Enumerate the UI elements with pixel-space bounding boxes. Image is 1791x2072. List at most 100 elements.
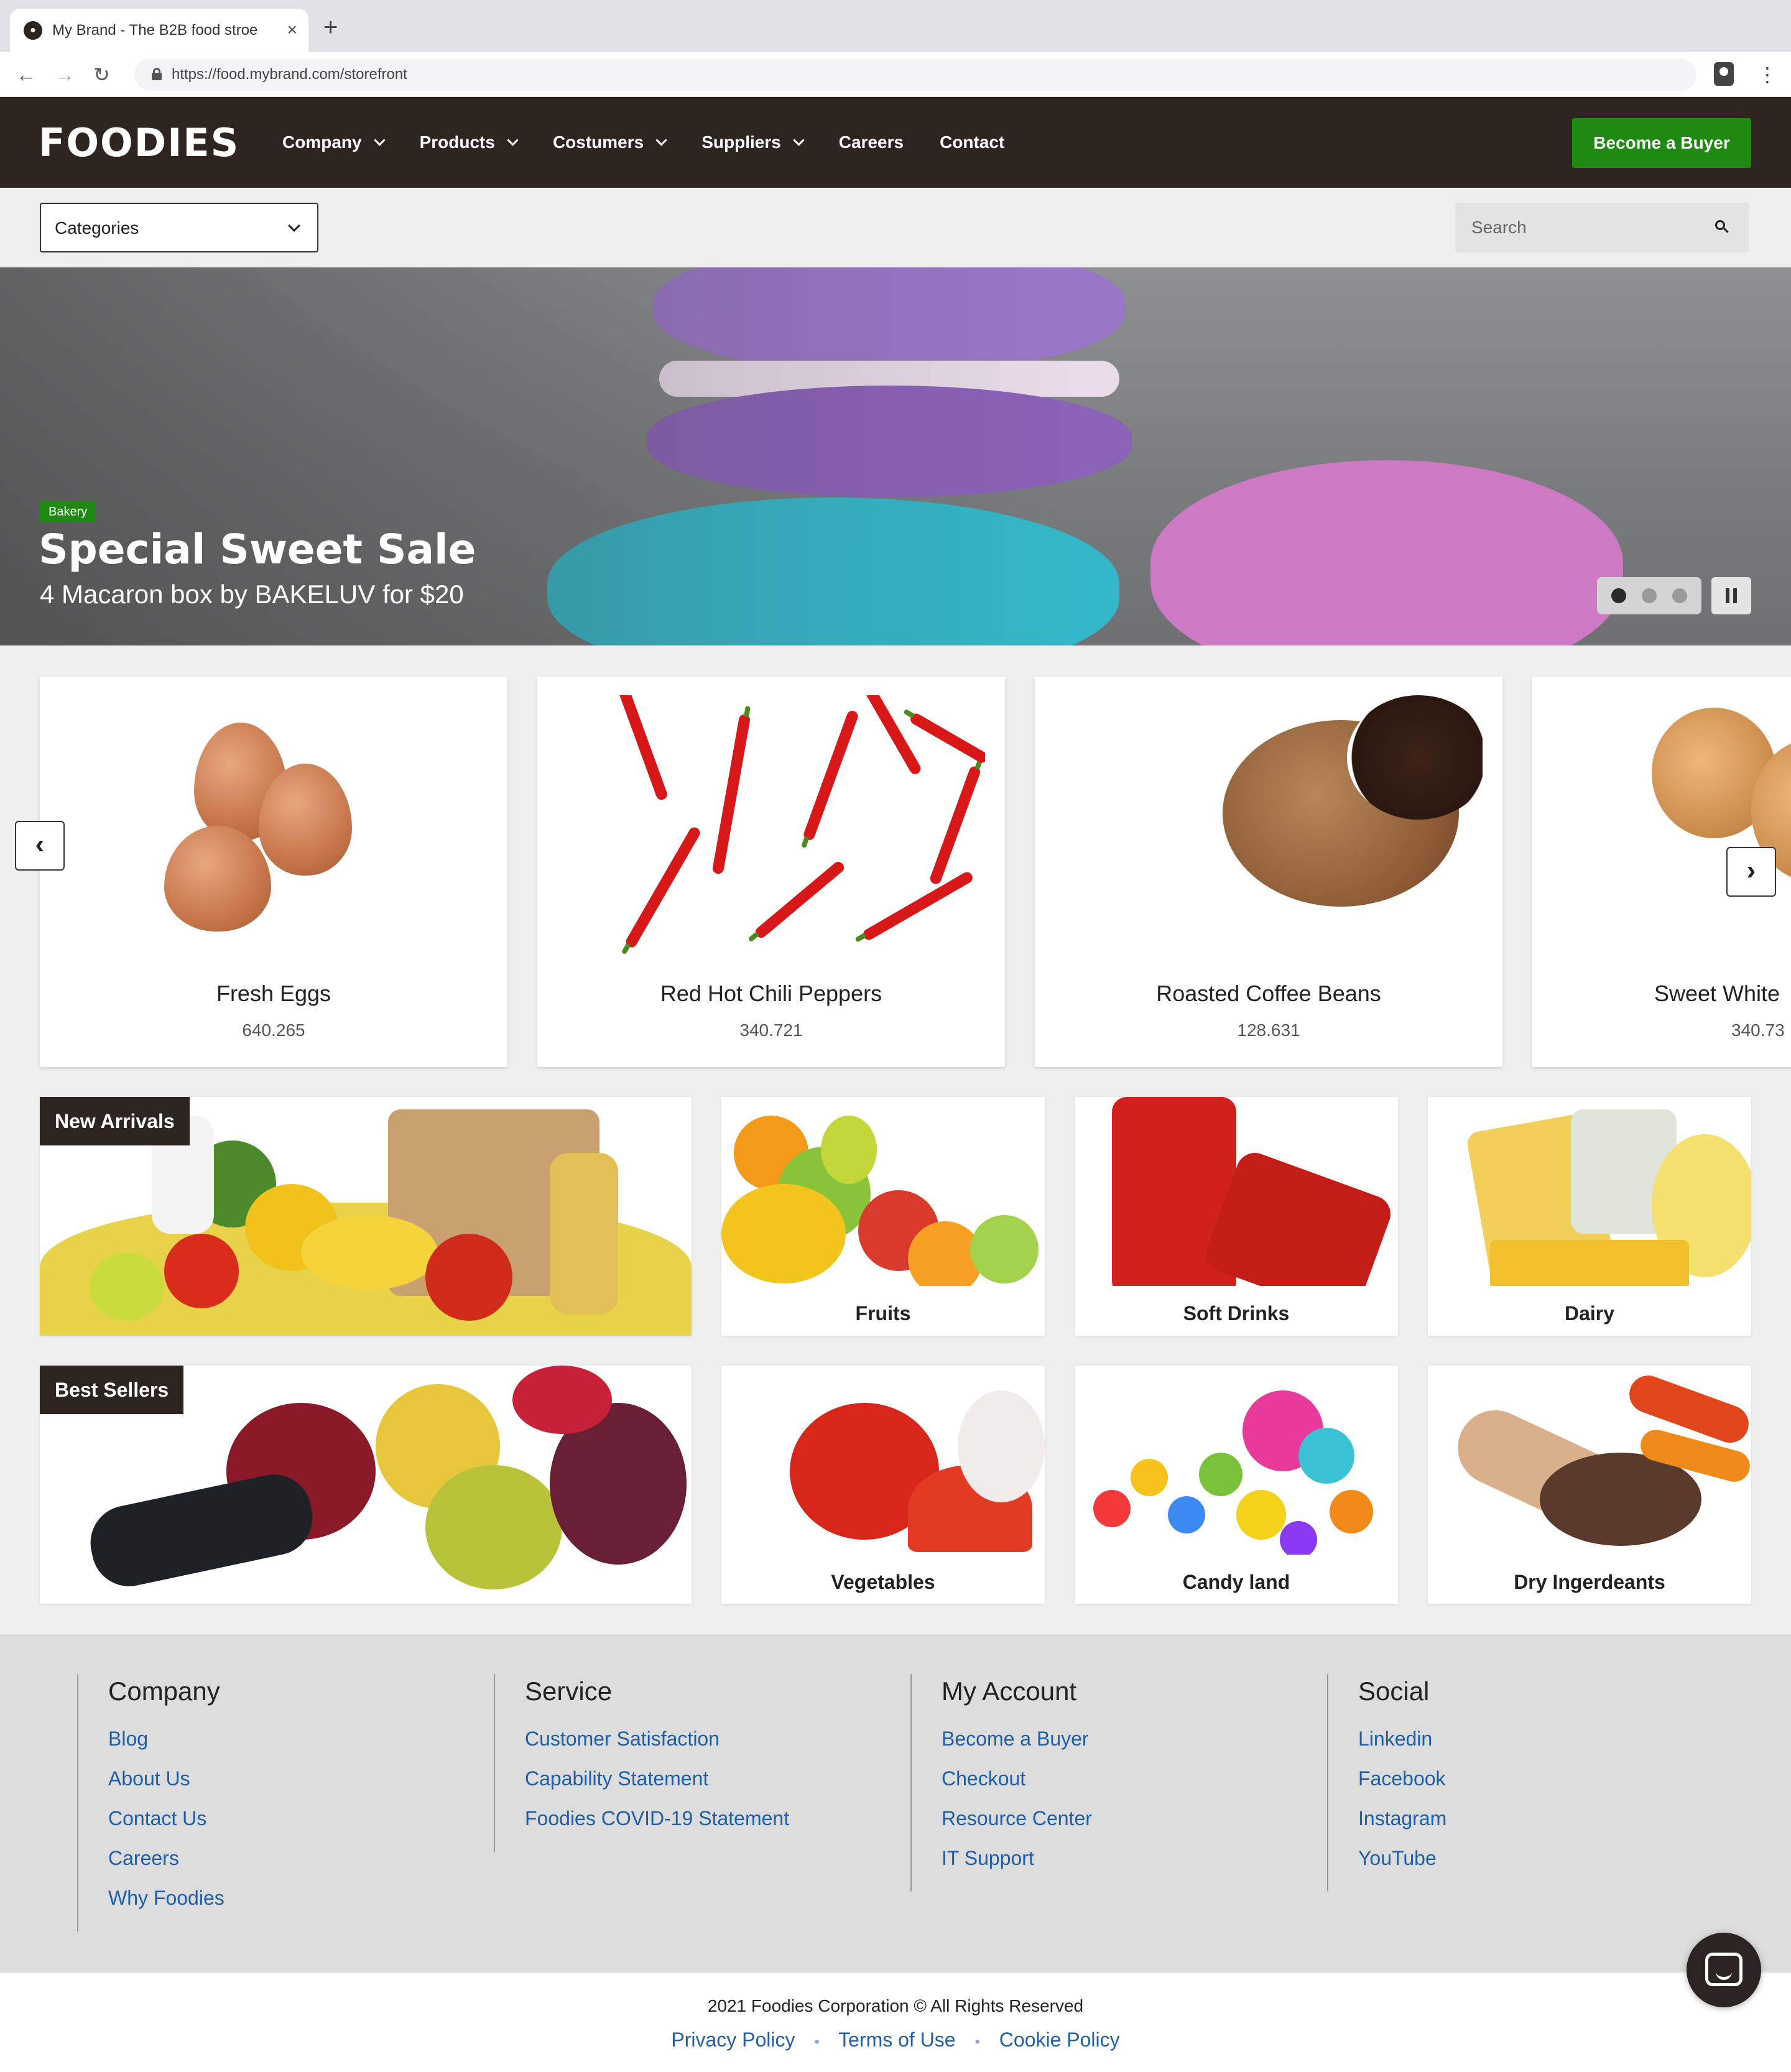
spices-image xyxy=(1428,1366,1751,1555)
footer-link[interactable]: Blog xyxy=(108,1719,224,1759)
vegetables-image xyxy=(721,1366,1045,1555)
back-arrow-icon[interactable]: ← xyxy=(16,61,36,88)
legal-links: Privacy Policy • Terms of Use • Cookie P… xyxy=(0,2026,1791,2056)
site-footer: Company Blog About Us Contact Us Careers… xyxy=(0,1634,1791,1973)
footer-link[interactable]: Careers xyxy=(108,1838,224,1878)
site-header: FOODIES Company Products Costumers Suppl… xyxy=(0,97,1791,188)
nav-contact[interactable]: Contact xyxy=(940,132,1004,152)
footer-link[interactable]: Resource Center xyxy=(942,1798,1092,1838)
footer-link[interactable]: About Us xyxy=(108,1759,224,1798)
tile-label: Vegetables xyxy=(831,1571,935,1593)
category-badge: Bakery xyxy=(40,501,96,522)
forward-arrow-icon[interactable]: → xyxy=(55,61,75,88)
lock-icon xyxy=(152,68,162,80)
tile-label: Candy land xyxy=(1182,1571,1290,1593)
product-count: 340.721 xyxy=(739,1020,803,1040)
footer-link[interactable]: Become a Buyer xyxy=(942,1719,1092,1759)
nav-label: Costumers xyxy=(552,132,644,152)
cookie-policy-link[interactable]: Cookie Policy xyxy=(999,2028,1120,2051)
tile-vegetables[interactable]: Vegetables xyxy=(721,1366,1045,1604)
footer-heading: Service xyxy=(525,1677,613,1706)
chat-button[interactable] xyxy=(1687,1933,1761,2007)
tile-dry-ingredients[interactable]: Dry Ingerdeants xyxy=(1428,1366,1751,1604)
nav-label: Contact xyxy=(940,132,1005,152)
footer-link[interactable]: IT Support xyxy=(942,1838,1092,1878)
nav-costumers[interactable]: Costumers xyxy=(552,132,667,152)
terms-of-use-link[interactable]: Terms of Use xyxy=(838,2028,955,2051)
browser-toolbar: ← → ↻ https://food.mybrand.com/storefron… xyxy=(0,52,1791,97)
close-tab-icon[interactable]: × xyxy=(287,19,297,41)
tab-title: My Brand - The B2B food stroe xyxy=(52,22,258,39)
tile-label: Dry Ingerdeants xyxy=(1514,1571,1665,1593)
categories-dropdown[interactable]: Categories xyxy=(40,203,318,252)
nav-careers[interactable]: Careers xyxy=(839,132,904,152)
tile-fruits[interactable]: Fruits xyxy=(721,1097,1045,1336)
search-input[interactable] xyxy=(1455,203,1704,252)
slide-dot[interactable] xyxy=(1672,588,1688,603)
nav-label: Company xyxy=(282,132,362,152)
product-count: 640.265 xyxy=(242,1020,305,1040)
footer-link[interactable]: YouTube xyxy=(1358,1838,1446,1878)
footer-link[interactable]: Checkout xyxy=(942,1759,1092,1798)
footer-link[interactable]: Contact Us xyxy=(108,1798,224,1838)
footer-bottom: 2021 Foodies Corporation © All Rights Re… xyxy=(0,1973,1791,2072)
fruits-image xyxy=(721,1097,1045,1286)
search-icon[interactable] xyxy=(1715,220,1730,235)
hero-banner[interactable]: Bakery Special Sweet Sale 4 Macaron box … xyxy=(0,267,1791,645)
product-image xyxy=(1552,695,1791,959)
footer-link[interactable]: Foodies COVID-19 Statement xyxy=(525,1798,789,1838)
nav-label: Careers xyxy=(838,132,904,152)
tile-label: Soft Drinks xyxy=(1183,1302,1290,1325)
tile-candy-land[interactable]: Candy land xyxy=(1075,1366,1398,1604)
product-card[interactable]: Red Hot Chili Peppers 340.721 xyxy=(537,677,1005,1067)
footer-heading: Social xyxy=(1358,1677,1430,1706)
tile-dairy[interactable]: Dairy xyxy=(1428,1097,1751,1336)
carousel-prev-button[interactable]: ‹ xyxy=(15,821,65,871)
footer-link[interactable]: Facebook xyxy=(1358,1759,1446,1798)
separator-dot: • xyxy=(974,2033,980,2050)
product-count: 340.73 xyxy=(1731,1020,1785,1040)
become-buyer-button[interactable]: Become a Buyer xyxy=(1572,118,1751,168)
tile-label: Fruits xyxy=(855,1302,911,1325)
product-card[interactable]: Fresh Eggs 640.265 xyxy=(40,677,507,1067)
nav-products[interactable]: Products xyxy=(420,132,519,152)
candy-image xyxy=(1075,1366,1398,1555)
slide-dot[interactable] xyxy=(1641,588,1657,603)
browser-menu-icon[interactable]: ⋮ xyxy=(1757,61,1777,88)
tile-new-arrivals[interactable]: New Arrivals xyxy=(40,1097,692,1336)
category-tiles: New Arrivals Fruits Soft Drinks Dairy Be… xyxy=(0,1081,1791,1634)
footer-column-service: Service Customer Satisfaction Capability… xyxy=(494,1674,789,1852)
browser-tab[interactable]: ● My Brand - The B2B food stroe × xyxy=(10,9,308,52)
footer-link[interactable]: Linkedin xyxy=(1358,1719,1446,1759)
footer-link[interactable]: Capability Statement xyxy=(525,1759,789,1798)
footer-link[interactable]: Instagram xyxy=(1358,1798,1446,1838)
product-name: Red Hot Chili Peppers xyxy=(660,981,882,1006)
profile-icon[interactable] xyxy=(1714,62,1734,86)
privacy-policy-link[interactable]: Privacy Policy xyxy=(671,2028,795,2051)
footer-link[interactable]: Why Foodies xyxy=(108,1878,224,1918)
product-name: Roasted Coffee Beans xyxy=(1156,981,1381,1006)
product-image xyxy=(1055,695,1483,959)
nav-company[interactable]: Company xyxy=(282,132,386,152)
product-carousel: Fresh Eggs 640.265 Red Hot Chili Peppers… xyxy=(0,645,1791,1081)
footer-link[interactable]: Customer Satisfaction xyxy=(525,1719,789,1759)
chevron-down-icon xyxy=(288,220,300,232)
reload-icon[interactable]: ↻ xyxy=(93,61,110,88)
tile-label: Dairy xyxy=(1564,1302,1615,1325)
pause-button[interactable] xyxy=(1711,577,1751,614)
product-name: Sweet White xyxy=(1654,981,1780,1006)
address-bar[interactable]: https://food.mybrand.com/storefront xyxy=(134,58,1696,91)
tile-best-sellers[interactable]: Best Sellers xyxy=(40,1366,692,1604)
tile-soft-drinks[interactable]: Soft Drinks xyxy=(1075,1097,1398,1336)
favicon-icon: ● xyxy=(24,21,42,40)
foodies-logo[interactable]: FOODIES xyxy=(39,123,239,163)
product-card[interactable]: Roasted Coffee Beans 128.631 xyxy=(1035,677,1502,1067)
nav-label: Suppliers xyxy=(701,132,781,152)
carousel-next-button[interactable]: › xyxy=(1726,847,1776,897)
categories-label: Categories xyxy=(55,218,139,238)
separator-dot: • xyxy=(814,2033,820,2050)
nav-suppliers[interactable]: Suppliers xyxy=(701,132,805,152)
new-tab-button[interactable]: + xyxy=(323,14,338,41)
slide-dot[interactable] xyxy=(1611,588,1626,603)
soft-drinks-image xyxy=(1075,1097,1398,1286)
